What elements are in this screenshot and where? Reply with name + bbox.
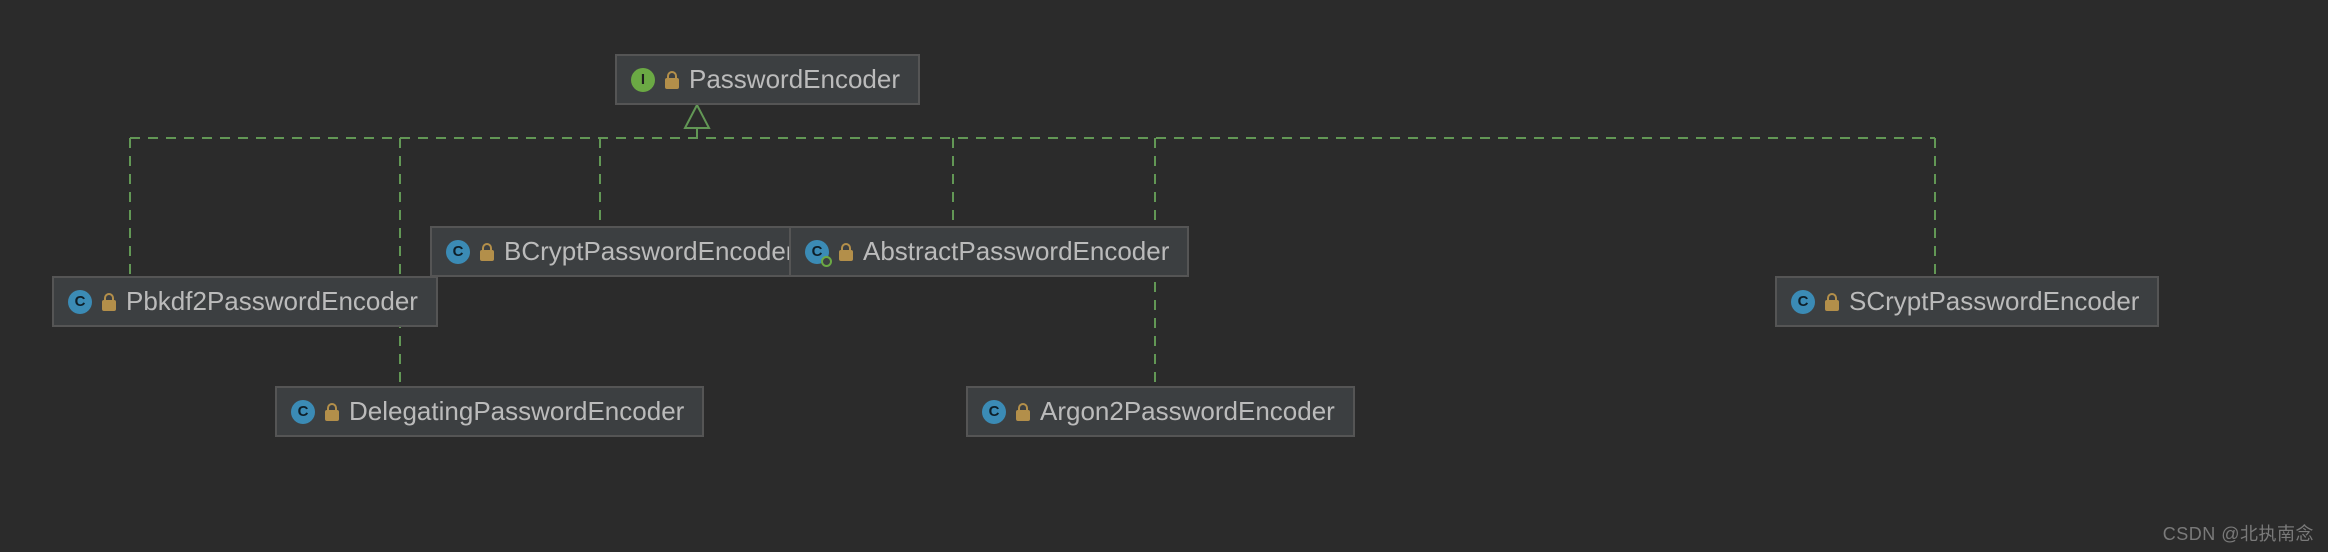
- lock-icon: [1825, 293, 1839, 311]
- class-icon: C: [446, 240, 470, 264]
- node-label: Pbkdf2PasswordEncoder: [126, 286, 418, 317]
- lock-icon: [325, 403, 339, 421]
- node-label: Argon2PasswordEncoder: [1040, 396, 1335, 427]
- lock-icon: [665, 71, 679, 89]
- class-icon: C: [1791, 290, 1815, 314]
- node-passwordencoder[interactable]: I PasswordEncoder: [615, 54, 920, 105]
- abstract-class-icon: C: [805, 240, 829, 264]
- node-label: DelegatingPasswordEncoder: [349, 396, 684, 427]
- lock-icon: [839, 243, 853, 261]
- class-icon: C: [982, 400, 1006, 424]
- node-argon2[interactable]: C Argon2PasswordEncoder: [966, 386, 1355, 437]
- watermark-text: CSDN @北执南念: [2163, 520, 2314, 546]
- class-icon: C: [291, 400, 315, 424]
- node-label: BCryptPasswordEncoder: [504, 236, 794, 267]
- node-scrypt[interactable]: C SCryptPasswordEncoder: [1775, 276, 2159, 327]
- node-label: PasswordEncoder: [689, 64, 900, 95]
- node-label: SCryptPasswordEncoder: [1849, 286, 2139, 317]
- node-bcrypt[interactable]: C BCryptPasswordEncoder: [430, 226, 814, 277]
- node-abstract[interactable]: C AbstractPasswordEncoder: [789, 226, 1189, 277]
- lock-icon: [480, 243, 494, 261]
- lock-icon: [1016, 403, 1030, 421]
- lock-icon: [102, 293, 116, 311]
- node-pbkdf2[interactable]: C Pbkdf2PasswordEncoder: [52, 276, 438, 327]
- node-delegating[interactable]: C DelegatingPasswordEncoder: [275, 386, 704, 437]
- node-label: AbstractPasswordEncoder: [863, 236, 1169, 267]
- class-icon: C: [68, 290, 92, 314]
- interface-icon: I: [631, 68, 655, 92]
